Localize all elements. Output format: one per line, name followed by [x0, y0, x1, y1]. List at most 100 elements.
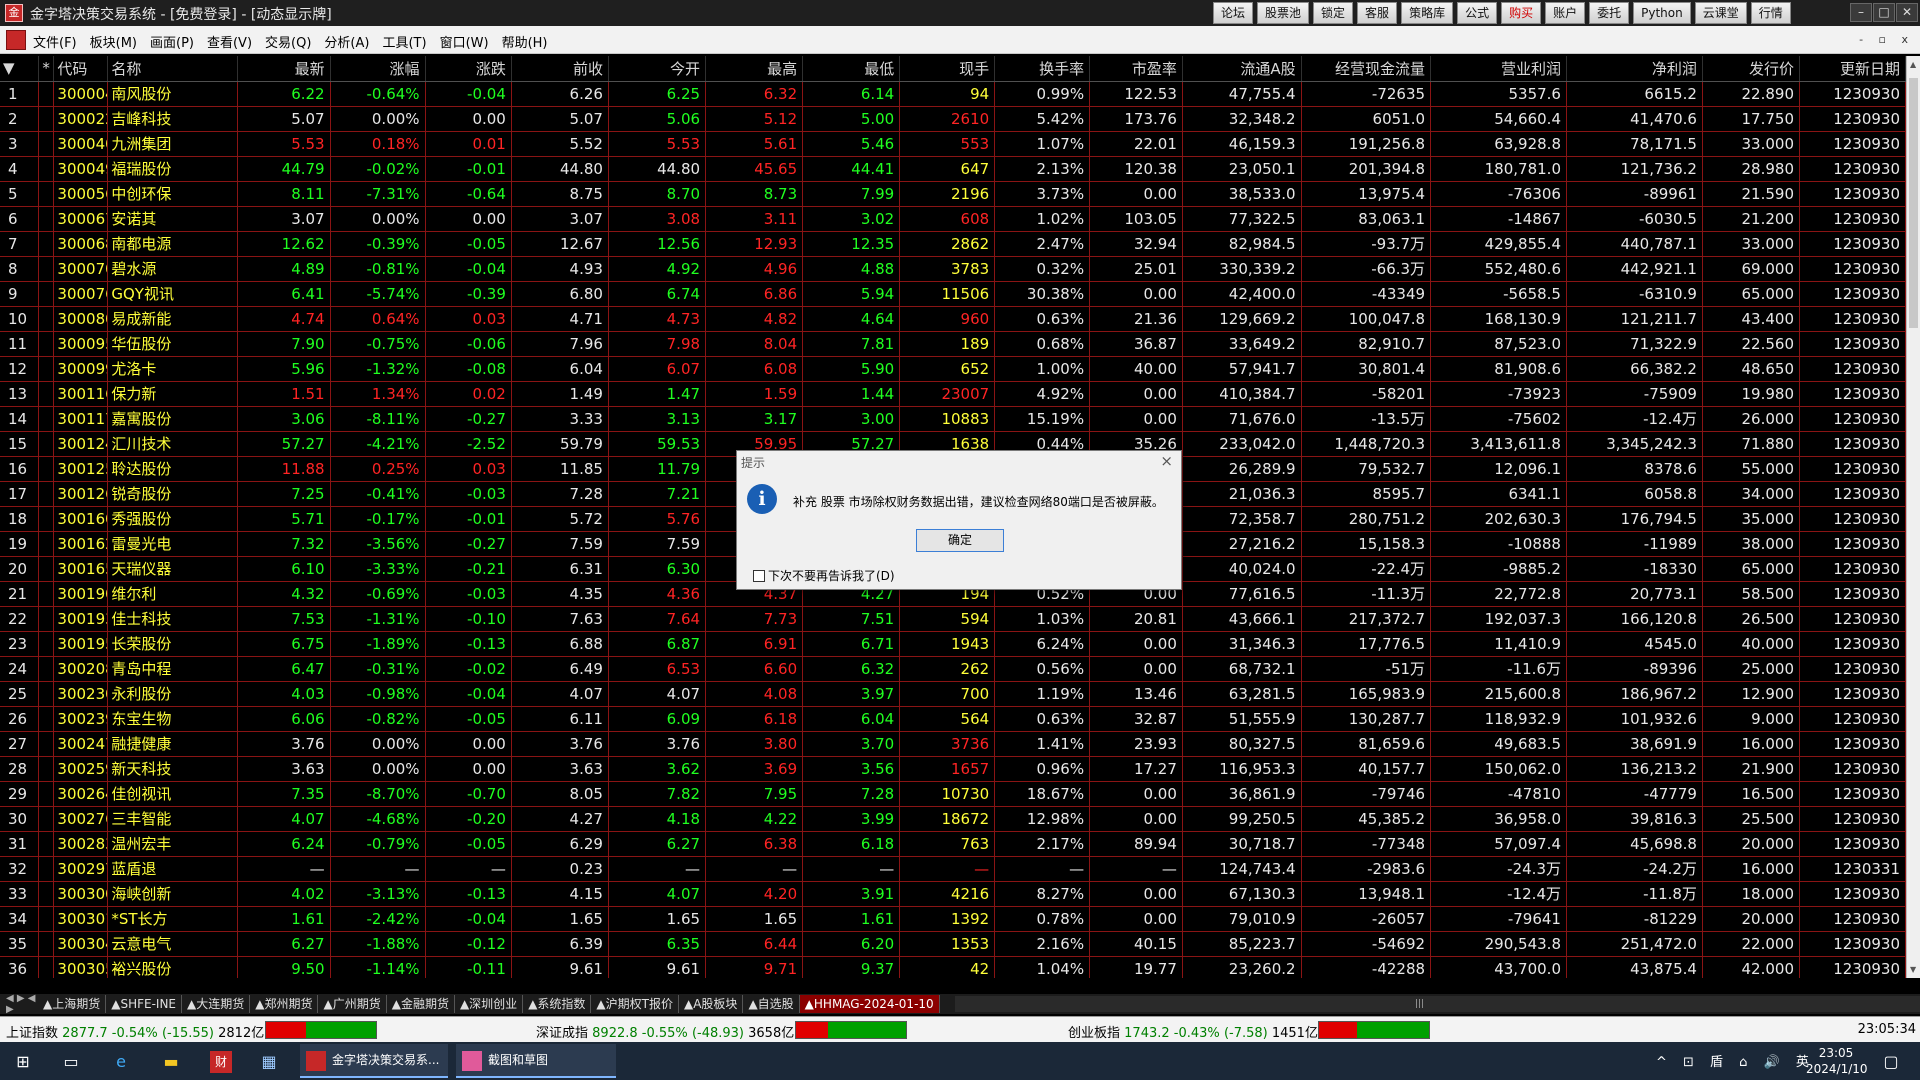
- taskbar-clock[interactable]: 23:05 2024/1/10: [1806, 1045, 1868, 1077]
- account-button[interactable]: 账户: [1545, 2, 1586, 24]
- table-row[interactable]: 14 300117嘉寓股份3.06-8.11%-0.273.333.133.173…: [0, 406, 1906, 432]
- table-row[interactable]: 27300247融捷健康3.760.00%0.003.763.763.803.7…: [0, 731, 1906, 757]
- system-tray[interactable]: ^ ⊡ 盾 ⌂ 🔊 英: [1656, 1051, 1815, 1070]
- index-chinext[interactable]: 创业板指 1743.2 -0.43% (-7.58) 1451亿: [1068, 1022, 1318, 1041]
- table-row[interactable]: 6300067安诺其3.070.00%0.003.073.083.113.026…: [0, 206, 1906, 232]
- table-row[interactable]: 24300208青岛中程6.47-0.31%-0.026.496.536.606…: [0, 656, 1906, 682]
- table-row[interactable]: 9 300076GQY视讯6.41-5.74%-0.396.806.746.865…: [0, 281, 1906, 307]
- tab-6[interactable]: ▲深圳创业: [455, 995, 524, 1013]
- menu-analysis[interactable]: 分析(A): [324, 32, 369, 51]
- header-high[interactable]: 最高: [705, 56, 804, 82]
- table-row[interactable]: 4300049福瑞股份44.79-0.02%-0.0144.8044.8045.…: [0, 156, 1906, 182]
- menu-trade[interactable]: 交易(Q): [265, 32, 311, 51]
- header-change[interactable]: 涨跌: [425, 56, 512, 82]
- taskbar-app-pyramid[interactable]: 金字塔决策交易系...: [300, 1044, 448, 1078]
- checkbox-box[interactable]: [753, 569, 765, 582]
- header-update-date[interactable]: 更新日期: [1799, 56, 1906, 82]
- table-row[interactable]: 3300040九洲集团5.530.18%0.015.525.535.615.46…: [0, 131, 1906, 157]
- table-row[interactable]: 35 300304云意电气6.27-1.88%-0.126.396.356.446…: [0, 931, 1906, 957]
- header-corner-arrow[interactable]: ▼: [0, 56, 40, 82]
- index-shanghai[interactable]: 上证指数 2877.7 -0.54% (-15.55) 2812亿: [6, 1022, 264, 1041]
- document-icon[interactable]: [6, 30, 26, 50]
- header-last[interactable]: 最新: [237, 56, 331, 82]
- tab-4[interactable]: ▲广州期货: [318, 995, 387, 1013]
- tab-5[interactable]: ▲金融期货: [387, 995, 455, 1013]
- buy-button[interactable]: 购买: [1501, 2, 1542, 24]
- mdi-controls[interactable]: - ▫ x: [1859, 33, 1914, 46]
- table-row[interactable]: 5 300056中创环保8.11-7.31%-0.648.758.708.737.…: [0, 181, 1906, 207]
- tab-2[interactable]: ▲大连期货: [182, 995, 251, 1013]
- start-icon[interactable]: ⊞: [12, 1051, 34, 1073]
- tab-8[interactable]: ▲沪期权T报价: [591, 995, 679, 1013]
- scroll-thumb[interactable]: [1909, 78, 1918, 328]
- scroll-down-icon[interactable]: ▼: [1910, 965, 1916, 974]
- notification-icon[interactable]: ▢: [1880, 1051, 1902, 1073]
- taskbar-app-snip[interactable]: 截图和草图: [456, 1044, 616, 1078]
- python-button[interactable]: Python: [1633, 2, 1691, 24]
- close-button[interactable]: ✕: [1896, 3, 1918, 22]
- ok-button[interactable]: 确定: [916, 529, 1004, 552]
- header-code[interactable]: 代码: [53, 56, 109, 82]
- header-change-pct[interactable]: 涨幅: [330, 56, 426, 82]
- table-row[interactable]: 29 300264佳创视讯7.35-8.70%-0.708.057.827.957…: [0, 781, 1906, 807]
- table-row[interactable]: 11300095华伍股份7.90-0.75%-0.067.967.988.047…: [0, 331, 1906, 357]
- table-row[interactable]: 28300259新天科技3.630.00%0.003.633.623.693.5…: [0, 756, 1906, 782]
- table-row[interactable]: 2300022吉峰科技5.070.00%0.005.075.065.125.00…: [0, 106, 1906, 132]
- menu-help[interactable]: 帮助(H): [502, 32, 548, 51]
- table-row[interactable]: 22 300193佳士科技7.53-1.31%-0.107.637.647.737…: [0, 606, 1906, 632]
- stock-pool-button[interactable]: 股票池: [1257, 2, 1310, 24]
- table-row[interactable]: 10 300080易成新能4.740.64%0.034.714.734.824.6…: [0, 306, 1906, 332]
- table-row[interactable]: 32300297蓝盾退———0.23——————124,743.4-2983.6…: [0, 856, 1906, 882]
- minimize-button[interactable]: –: [1850, 3, 1872, 22]
- header-name[interactable]: 名称: [107, 56, 238, 82]
- table-row[interactable]: 12 300099尤洛卡5.96-1.32%-0.086.046.076.085.…: [0, 356, 1906, 382]
- menu-tools[interactable]: 工具(T): [382, 32, 426, 51]
- index-shenzhen[interactable]: 深证成指 8922.8 -0.55% (-48.93) 3658亿: [536, 1022, 794, 1041]
- header-star-mark[interactable]: *: [38, 56, 55, 82]
- header-net-profit[interactable]: 净利润: [1566, 56, 1703, 82]
- table-row[interactable]: 25300230永利股份4.03-0.98%-0.044.074.074.083…: [0, 681, 1906, 707]
- tab-3[interactable]: ▲郑州期货: [250, 995, 319, 1013]
- service-button[interactable]: 客服: [1357, 2, 1398, 24]
- tab-11[interactable]: ▲HHMAG-2024-01-10: [799, 995, 940, 1013]
- table-row[interactable]: 13 300116保力新1.511.34%0.021.491.471.591.44…: [0, 381, 1906, 407]
- edge-browser-icon[interactable]: e: [110, 1051, 132, 1073]
- header-open[interactable]: 今开: [608, 56, 707, 82]
- header-op-cashflow[interactable]: 经营现金流量: [1301, 56, 1432, 82]
- order-button[interactable]: 委托: [1589, 2, 1630, 24]
- vertical-scrollbar[interactable]: ▲ ▼: [1906, 56, 1920, 978]
- lock-button[interactable]: 锁定: [1313, 2, 1354, 24]
- header-issue-price[interactable]: 发行价: [1702, 56, 1801, 82]
- tab-10[interactable]: ▲自选股: [743, 995, 800, 1013]
- scroll-grip-icon[interactable]: |||: [1415, 999, 1424, 1009]
- table-row[interactable]: 34300301*ST长方1.61-2.42%-0.041.651.651.65…: [0, 906, 1906, 932]
- menu-view-screen[interactable]: 画面(P): [150, 32, 194, 51]
- table-row[interactable]: 1 300004南风股份6.22-0.64%-0.046.266.256.326.…: [0, 81, 1906, 107]
- table-row[interactable]: 36300305裕兴股份9.50-1.14%-0.119.619.619.719…: [0, 956, 1906, 978]
- menu-sector[interactable]: 板块(M): [90, 32, 137, 51]
- dialog-close-icon[interactable]: ×: [1160, 452, 1173, 470]
- header-prev-close[interactable]: 前收: [511, 56, 609, 82]
- trading-app-icon[interactable]: 财: [210, 1051, 232, 1073]
- task-view-icon[interactable]: ▭: [60, 1051, 82, 1073]
- header-turnover[interactable]: 换手率: [994, 56, 1091, 82]
- tab-nav-arrows[interactable]: ◀ ▶ ◀ ▶: [0, 993, 38, 1015]
- menu-window[interactable]: 窗口(W): [440, 32, 489, 51]
- header-op-profit[interactable]: 营业利润: [1430, 56, 1567, 82]
- tab-9[interactable]: ▲A股板块: [679, 995, 744, 1013]
- table-row[interactable]: 33 300300海峡创新4.02-3.13%-0.134.154.074.203…: [0, 881, 1906, 907]
- table-row[interactable]: 30300276三丰智能4.07-4.68%-0.204.274.184.223…: [0, 806, 1906, 832]
- formula-button[interactable]: 公式: [1457, 2, 1498, 24]
- table-row[interactable]: 26 300239东宝生物6.06-0.82%-0.056.116.096.186…: [0, 706, 1906, 732]
- menu-view[interactable]: 查看(V): [207, 32, 252, 51]
- cloud-class-button[interactable]: 云课堂: [1694, 2, 1747, 24]
- tab-1[interactable]: ▲SHFE-INE: [106, 995, 183, 1013]
- file-explorer-icon[interactable]: ▬: [160, 1051, 182, 1073]
- header-current-vol[interactable]: 现手: [899, 56, 996, 82]
- horizontal-scrollbar[interactable]: |||: [955, 996, 1920, 1012]
- maximize-button[interactable]: □: [1873, 3, 1895, 22]
- dont-show-again-checkbox[interactable]: 下次不要再告诉我了(D): [753, 567, 895, 584]
- tab-7[interactable]: ▲系统指数: [523, 995, 592, 1013]
- calculator-icon[interactable]: ▦: [258, 1051, 280, 1073]
- header-pe[interactable]: 市盈率: [1089, 56, 1183, 82]
